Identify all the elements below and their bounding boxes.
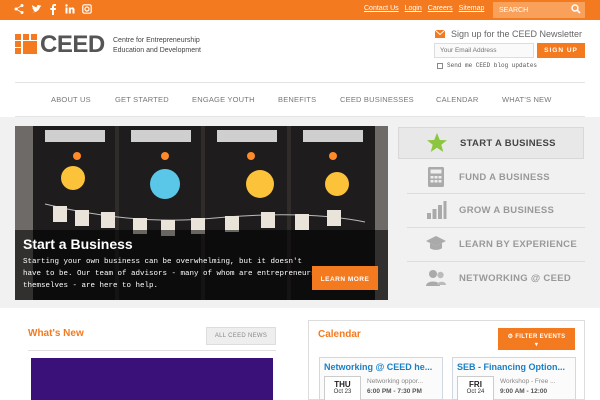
nav-about-us[interactable]: ABOUT US [51, 95, 91, 104]
whats-new-divider [28, 350, 276, 351]
news-image[interactable] [31, 358, 273, 400]
filter-events-button[interactable]: ⚙ FILTER EVENTS ▾ [498, 328, 575, 350]
careers-link[interactable]: Careers [428, 5, 453, 12]
graduation-cap-icon [426, 236, 446, 250]
event-title[interactable]: Networking @ CEED he... [324, 362, 442, 372]
event-description: Workshop - Free ... [500, 378, 556, 385]
twitter-icon[interactable] [31, 3, 42, 15]
hero-text: Starting your own business can be overwh… [23, 258, 316, 290]
event-date: Oct 24 [466, 389, 485, 395]
calculator-icon [428, 167, 444, 187]
all-ceed-news-button[interactable]: ALL CEED NEWS [206, 327, 276, 345]
learn-more-button[interactable]: LEARN MORE [312, 266, 378, 290]
menu-networking-at-ceed[interactable]: NETWORKING @ CEED [407, 262, 585, 294]
linkedin-icon[interactable] [65, 3, 75, 15]
filter-events-label: FILTER EVENTS [515, 333, 566, 340]
whats-new-title: What's New [28, 328, 84, 339]
hero-title: Start a Business [23, 236, 133, 252]
nav-ceed-businesses[interactable]: CEED BUSINESSES [340, 95, 414, 104]
event-time: 9:00 AM - 12:00 [500, 388, 548, 395]
brand-subtitle: Centre for Entrepreneurship Education an… [113, 37, 201, 54]
menu-fund-a-business[interactable]: FUND A BUSINESS [407, 161, 585, 193]
event-day: FRI [469, 380, 482, 389]
event-title[interactable]: SEB - Financing Option... [457, 362, 575, 372]
star-icon [427, 133, 447, 152]
menu-grow-a-business[interactable]: GROW A BUSINESS [407, 194, 585, 226]
event-description: Networking oppor... [367, 378, 424, 385]
newsletter-signup-button[interactable]: SIGN UP [537, 43, 585, 58]
facebook-icon[interactable] [48, 3, 58, 15]
utility-links: Contact Us Login Careers Sitemap [364, 5, 484, 12]
chevron-down-icon: ▾ [534, 341, 539, 348]
nav-calendar[interactable]: CALENDAR [436, 95, 478, 104]
search-icon[interactable] [571, 4, 581, 14]
hero-slide: Start a Business Starting your own busin… [15, 126, 388, 300]
event-card[interactable]: Networking @ CEED he... THU Oct 23 Netwo… [319, 357, 443, 400]
event-date: Oct 23 [333, 389, 352, 395]
newsletter-title: Sign up for the CEED Newsletter [451, 29, 583, 39]
menu-learn-by-experience[interactable]: LEARN BY EXPERIENCE [407, 228, 585, 260]
event-date-badge: THU Oct 23 [324, 376, 361, 400]
menu-label: LEARN BY EXPERIENCE [459, 238, 577, 250]
nav-engage-youth[interactable]: ENGAGE YOUTH [192, 95, 255, 104]
menu-label: NETWORKING @ CEED [459, 272, 572, 284]
sitemap-link[interactable]: Sitemap [459, 5, 485, 12]
event-day: THU [334, 380, 351, 389]
menu-start-a-business[interactable]: START A BUSINESS [398, 127, 584, 159]
menu-label: GROW A BUSINESS [459, 204, 555, 216]
nav-divider-top [15, 82, 585, 83]
bar-chart-icon [427, 201, 447, 219]
event-date-badge: FRI Oct 24 [457, 376, 494, 400]
nav-whats-new[interactable]: WHAT'S NEW [502, 95, 552, 104]
blog-updates-label: Send me CEED blog updates [447, 62, 538, 69]
social-links [14, 3, 92, 15]
nav-get-started[interactable]: GET STARTED [115, 95, 169, 104]
envelope-icon [435, 30, 445, 38]
nav-benefits[interactable]: BENEFITS [278, 95, 316, 104]
menu-label: START A BUSINESS [460, 137, 556, 149]
people-icon [426, 270, 446, 286]
share-icon[interactable] [14, 3, 24, 15]
instagram-icon[interactable] [82, 3, 92, 15]
calendar-title: Calendar [318, 329, 361, 340]
newsletter-email-input[interactable] [434, 43, 534, 58]
event-time: 6:00 PM - 7:30 PM [367, 388, 422, 395]
ceed-logo-icon[interactable] [15, 34, 37, 54]
login-link[interactable]: Login [405, 5, 422, 12]
menu-label: FUND A BUSINESS [459, 171, 550, 183]
event-card[interactable]: SEB - Financing Option... FRI Oct 24 Wor… [452, 357, 576, 400]
blog-updates-checkbox[interactable] [437, 63, 443, 69]
brand-name[interactable]: CEED [40, 31, 105, 59]
contact-us-link[interactable]: Contact Us [364, 5, 399, 12]
